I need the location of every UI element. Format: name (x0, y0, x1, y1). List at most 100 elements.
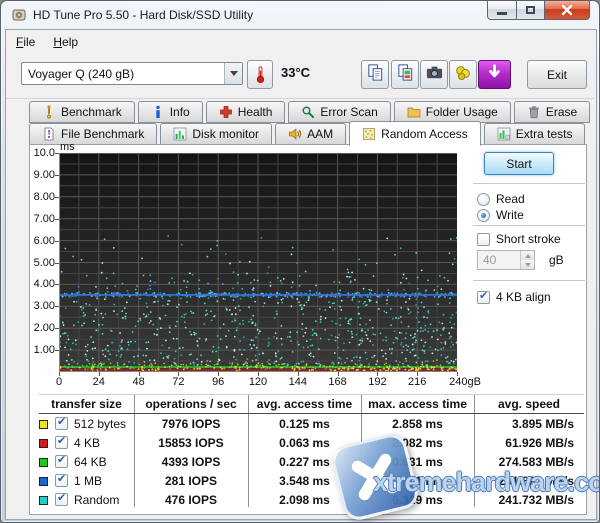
align-checkbox[interactable]: 4 KB align (477, 290, 551, 304)
tab-label: Extra tests (516, 127, 573, 141)
x-tick-label: 192 (357, 376, 397, 388)
tab-label: Error Scan (320, 105, 377, 119)
benchmark-icon (42, 105, 56, 119)
disk-monitor-icon (173, 127, 187, 141)
menu-help[interactable]: Help (44, 32, 87, 52)
short-stroke-label: Short stroke (496, 232, 561, 246)
copy-image-button[interactable] (391, 60, 419, 89)
access-time-chart (59, 153, 457, 372)
operations-cell: 7976 IOPS (134, 417, 248, 431)
y-tick-label: 1.00 (29, 344, 55, 356)
short-stroke-spinner[interactable] (477, 250, 535, 270)
series-checkbox[interactable] (55, 493, 68, 506)
coins-button[interactable] (449, 60, 477, 89)
tab-label: Disk monitor (192, 127, 259, 141)
table-header-underline (39, 413, 584, 414)
temperature-button[interactable] (247, 60, 273, 89)
tab-health[interactable]: Health (206, 101, 286, 123)
short-stroke-input[interactable] (478, 251, 520, 269)
table-row: 4 KB15853 IOPS0.063 ms2.082 ms61.926 MB/… (1, 435, 600, 454)
maximize-button[interactable] (517, 1, 545, 20)
tab-disk-monitor[interactable]: Disk monitor (160, 123, 272, 145)
watermark-text: xtremehardware.com (373, 467, 600, 498)
chevron-down-icon[interactable] (224, 63, 242, 84)
table-header-4: avg. speed (474, 397, 584, 411)
table-header-0: transfer size (39, 397, 134, 411)
table-row: 512 bytes7976 IOPS0.125 ms2.858 ms3.895 … (1, 416, 600, 435)
radio-icon[interactable] (477, 193, 490, 206)
tab-info[interactable]: Info (138, 101, 203, 123)
tab-label: Info (170, 105, 190, 119)
short-stroke-unit: gB (549, 253, 564, 267)
avg-speed-cell: 61.926 MB/s (474, 436, 580, 450)
erase-icon (527, 105, 541, 119)
start-button[interactable]: Start (484, 152, 554, 175)
write-radio[interactable]: Write (477, 208, 524, 222)
spin-up-icon[interactable] (521, 251, 534, 260)
separator (473, 225, 585, 226)
read-label: Read (496, 192, 525, 206)
toolbar-separator (6, 98, 594, 99)
checkbox-icon[interactable] (477, 233, 490, 246)
x-tick-label: 24 (79, 376, 119, 388)
color-swatch (39, 496, 48, 505)
series-checkbox[interactable] (55, 455, 68, 468)
operations-cell: 476 IOPS (134, 493, 248, 507)
random-access-icon (362, 127, 376, 141)
x-tick-label: 120 (238, 376, 278, 388)
tab-extra-tests[interactable]: Extra tests (484, 123, 586, 145)
tab-folder-usage[interactable]: Folder Usage (394, 101, 511, 123)
copy-text-button[interactable] (361, 60, 389, 89)
info-icon (151, 105, 165, 119)
write-label: Write (496, 208, 524, 222)
minimize-button[interactable] (487, 1, 517, 20)
operations-cell: 281 IOPS (134, 474, 248, 488)
x-tick-label: 240gB (445, 376, 485, 388)
start-label: Start (506, 157, 531, 171)
y-tick-label: 4.00 (29, 278, 55, 290)
x-tick-label: 168 (318, 376, 358, 388)
y-tick-label: 6.00 (29, 235, 55, 247)
x-tick-label: 216 (397, 376, 437, 388)
close-button[interactable] (545, 1, 590, 20)
series-checkbox[interactable] (55, 417, 68, 430)
read-radio[interactable]: Read (477, 192, 525, 206)
tab-benchmark[interactable]: Benchmark (29, 101, 135, 123)
radio-icon[interactable] (477, 209, 490, 222)
x-tick-label: 72 (158, 376, 198, 388)
avg-access-cell: 0.125 ms (248, 417, 361, 431)
drive-select[interactable]: Voyager Q (240 gB) (21, 62, 243, 85)
checkbox-icon[interactable] (477, 291, 490, 304)
extra-tests-icon (497, 127, 511, 141)
download-button[interactable] (478, 60, 511, 89)
y-tick-label: 3.00 (29, 300, 55, 312)
file-benchmark-icon (42, 127, 56, 141)
short-stroke-checkbox[interactable]: Short stroke (477, 232, 561, 246)
color-swatch (39, 477, 48, 486)
screenshot-button[interactable] (420, 60, 448, 89)
tab-file-benchmark[interactable]: File Benchmark (29, 123, 157, 145)
tab-aam[interactable]: AAM (275, 123, 346, 145)
tab-random-access[interactable]: Random Access (349, 121, 481, 146)
operations-cell: 15853 IOPS (134, 436, 248, 450)
menu-file[interactable]: File (7, 32, 44, 52)
series-checkbox[interactable] (55, 474, 68, 487)
tab-error-scan[interactable]: Error Scan (288, 101, 390, 123)
screenshot-icon (425, 63, 444, 87)
transfer-size-label: Random (74, 493, 119, 507)
transfer-size-label: 1 MB (74, 474, 102, 488)
series-checkbox[interactable] (55, 436, 68, 449)
x-tick-label: 144 (278, 376, 318, 388)
color-swatch (39, 439, 48, 448)
align-label: 4 KB align (496, 290, 551, 304)
health-icon (219, 105, 233, 119)
color-swatch (39, 458, 48, 467)
spinner-arrows[interactable] (520, 251, 534, 269)
tab-erase[interactable]: Erase (514, 101, 590, 123)
tab-label: File Benchmark (61, 127, 144, 141)
spin-down-icon[interactable] (521, 260, 534, 269)
tab-label: AAM (307, 127, 333, 141)
operations-cell: 4393 IOPS (134, 455, 248, 469)
tab-label: Folder Usage (426, 105, 498, 119)
exit-button[interactable]: Exit (527, 60, 587, 89)
